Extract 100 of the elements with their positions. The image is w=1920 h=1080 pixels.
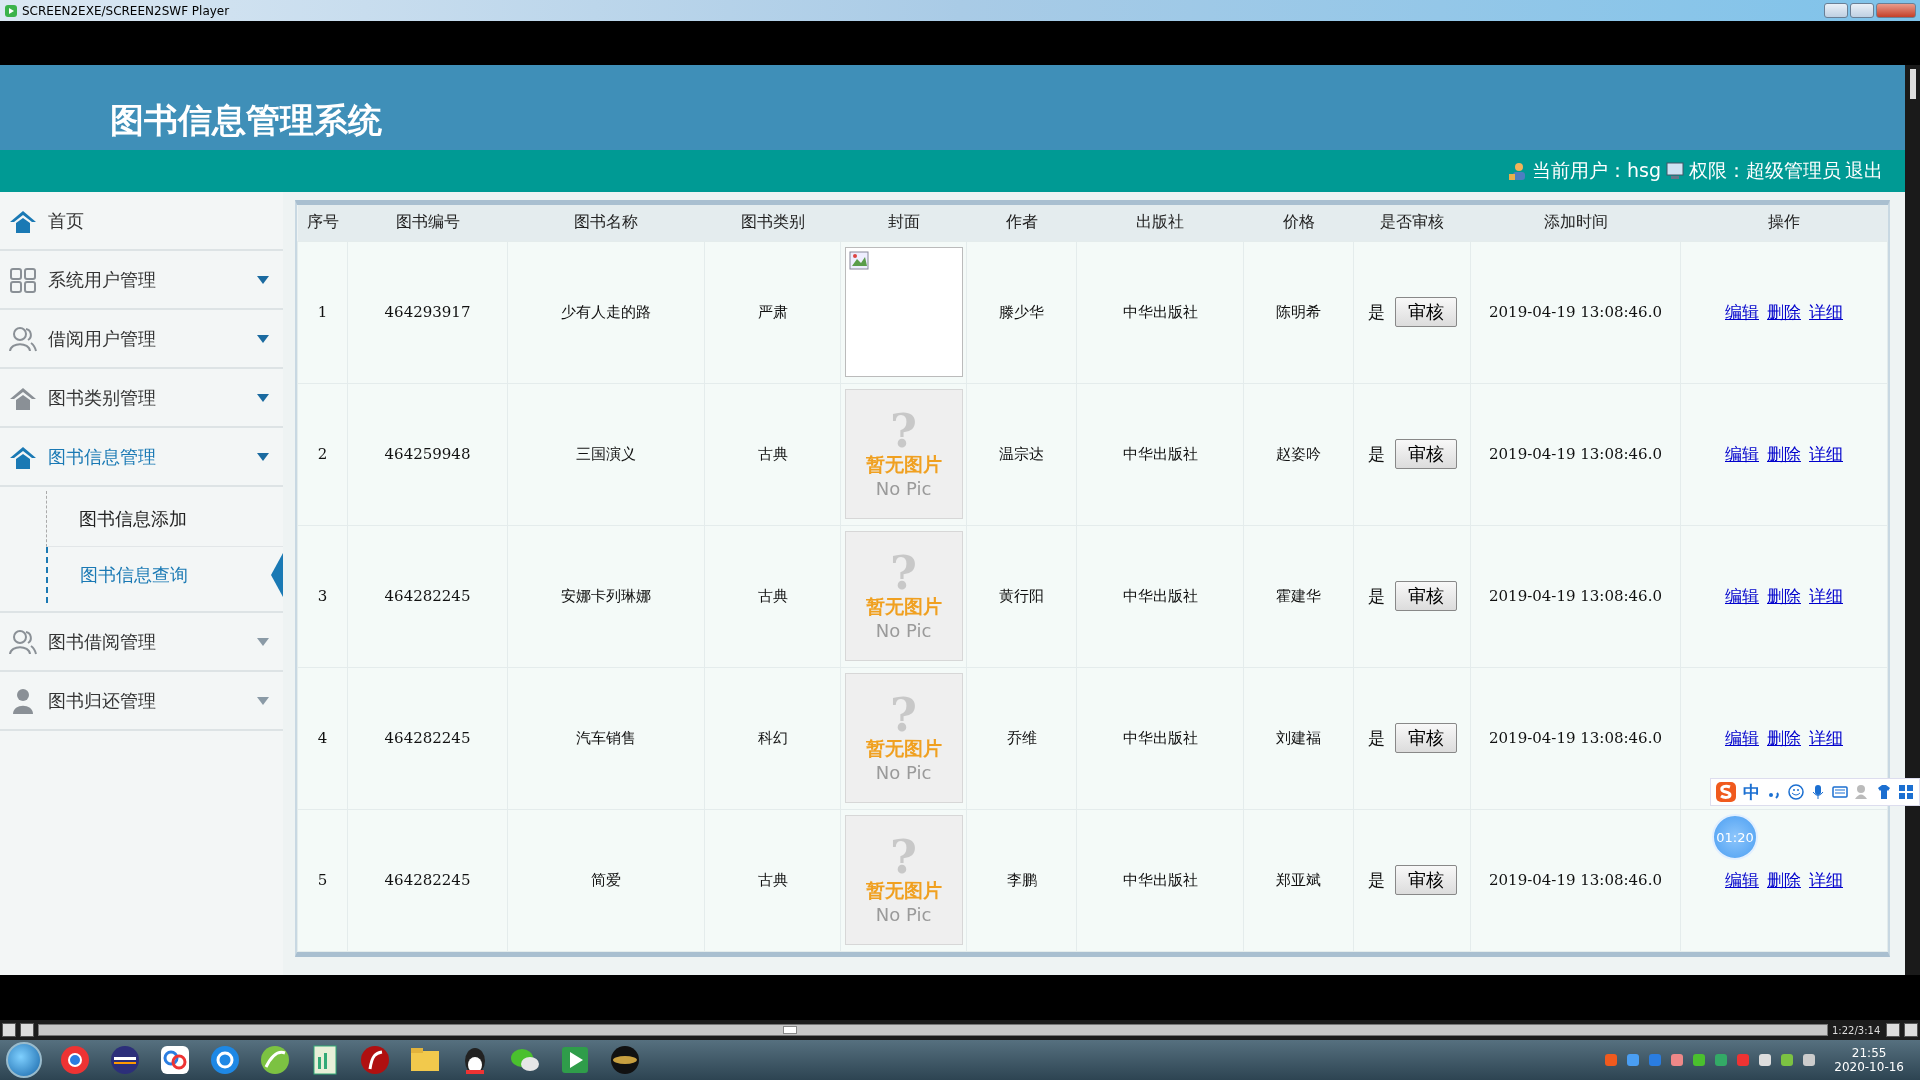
column-header: 封面 bbox=[840, 205, 967, 241]
app-icon[interactable] bbox=[158, 1043, 192, 1077]
clock-date: 2020-10-16 bbox=[1834, 1060, 1904, 1074]
action-link[interactable]: 编辑 bbox=[1725, 585, 1759, 606]
tray-icon[interactable] bbox=[1780, 1053, 1795, 1067]
tray-icon[interactable] bbox=[1692, 1053, 1707, 1067]
sidebar-item[interactable]: 首页 bbox=[0, 192, 283, 251]
table-cell: 4 bbox=[297, 667, 348, 809]
smiley-icon[interactable] bbox=[1788, 784, 1804, 800]
table-cell: 郑亚斌 bbox=[1243, 809, 1354, 951]
shirt-icon[interactable] bbox=[1876, 784, 1892, 800]
user-icon bbox=[1508, 161, 1528, 181]
table-cell: 2019-04-19 13:08:46.0 bbox=[1470, 241, 1681, 383]
table-cell: 3 bbox=[297, 525, 348, 667]
seek-bar[interactable] bbox=[38, 1024, 1828, 1036]
app-icon[interactable] bbox=[58, 1043, 92, 1077]
table-cell: 464259948 bbox=[347, 383, 508, 525]
action-link[interactable]: 编辑 bbox=[1725, 443, 1759, 464]
table-cell: 464282245 bbox=[347, 809, 508, 951]
sidebar-item[interactable]: 借阅用户管理 bbox=[0, 310, 283, 369]
selection-marker-icon bbox=[271, 553, 283, 597]
action-link[interactable]: 编辑 bbox=[1725, 869, 1759, 890]
table-cell: 陈明希 bbox=[1243, 241, 1354, 383]
audit-status: 是 bbox=[1367, 444, 1385, 464]
clock-time: 21:55 bbox=[1851, 1046, 1887, 1060]
action-link[interactable]: 详细 bbox=[1809, 443, 1843, 464]
app-icon[interactable] bbox=[358, 1043, 392, 1077]
table-cell: 中华出版社 bbox=[1076, 383, 1244, 525]
table-cell: 刘建福 bbox=[1243, 667, 1354, 809]
table-cell: 乔维 bbox=[966, 667, 1077, 809]
sidebar-item[interactable]: 系统用户管理 bbox=[0, 251, 283, 310]
caret-icon bbox=[257, 452, 269, 461]
question-mark: ? bbox=[890, 693, 917, 736]
placeholder-caption: No Pic bbox=[875, 477, 932, 499]
table-cell: 严肃 bbox=[704, 241, 841, 383]
start-button[interactable] bbox=[6, 1042, 42, 1078]
ime-logo-icon[interactable] bbox=[1715, 781, 1737, 803]
action-link[interactable]: 删除 bbox=[1767, 443, 1801, 464]
tray-icon[interactable] bbox=[1626, 1053, 1641, 1067]
app-icon[interactable] bbox=[608, 1043, 642, 1077]
app-icon[interactable] bbox=[208, 1043, 242, 1077]
table-cell: 464293917 bbox=[347, 241, 508, 383]
sidebar-item[interactable]: 图书类别管理 bbox=[0, 369, 283, 428]
tray-icon[interactable] bbox=[1714, 1053, 1729, 1067]
window-title: SCREEN2EXE/SCREEN2SWF Player bbox=[22, 3, 230, 18]
seek-thumb[interactable] bbox=[782, 1026, 797, 1034]
keyboard-icon[interactable] bbox=[1832, 784, 1848, 800]
grid-icon bbox=[8, 265, 38, 294]
action-link[interactable]: 删除 bbox=[1767, 727, 1801, 748]
action-link[interactable]: 详细 bbox=[1809, 301, 1843, 322]
table-cell: 中华出版社 bbox=[1076, 525, 1244, 667]
action-link[interactable]: 删除 bbox=[1767, 869, 1801, 890]
tray-icon[interactable] bbox=[1758, 1053, 1773, 1067]
table-cell: 古典 bbox=[704, 383, 841, 525]
audit-status: 是 bbox=[1367, 586, 1385, 606]
submenu-item[interactable]: 图书信息添加 bbox=[46, 491, 283, 547]
action-link[interactable]: 删除 bbox=[1767, 301, 1801, 322]
action-link[interactable]: 详细 bbox=[1809, 585, 1843, 606]
sidebar-item[interactable]: 图书归还管理 bbox=[0, 672, 283, 731]
audit-button[interactable]: 审核 bbox=[1394, 439, 1457, 469]
submenu-item[interactable]: 图书信息查询 bbox=[46, 547, 283, 603]
action-link[interactable]: 删除 bbox=[1767, 585, 1801, 606]
caret-icon bbox=[257, 393, 269, 402]
people-icon bbox=[8, 324, 38, 353]
column-header: 序号 bbox=[297, 205, 348, 241]
audit-button[interactable]: 审核 bbox=[1394, 865, 1457, 895]
table-cell: 霍建华 bbox=[1243, 525, 1354, 667]
table-cell: 2019-04-19 13:08:46.0 bbox=[1470, 809, 1681, 951]
action-link[interactable]: 详细 bbox=[1809, 727, 1843, 748]
microphone-icon[interactable] bbox=[1810, 784, 1826, 800]
audit-button[interactable]: 审核 bbox=[1394, 581, 1457, 611]
table-cell: 温宗达 bbox=[966, 383, 1077, 525]
current-user: 当前用户：hsg bbox=[1532, 158, 1661, 183]
app-icon[interactable] bbox=[258, 1043, 292, 1077]
placeholder-caption: 暂无图片 bbox=[865, 735, 942, 761]
table-cell: 古典 bbox=[704, 525, 841, 667]
audit-button[interactable]: 审核 bbox=[1394, 297, 1457, 327]
input-mode[interactable]: 中 bbox=[1743, 780, 1760, 804]
action-link[interactable]: 详细 bbox=[1809, 869, 1843, 890]
sidebar-item[interactable]: 图书借阅管理 bbox=[0, 613, 283, 672]
sidebar-item[interactable]: 图书信息管理 bbox=[0, 428, 283, 487]
app-title: 图书信息管理系统 bbox=[110, 99, 382, 142]
minimize-button[interactable] bbox=[1824, 3, 1848, 18]
scrollbar-thumb[interactable] bbox=[1909, 69, 1916, 99]
audit-button[interactable]: 审核 bbox=[1394, 723, 1457, 753]
column-header: 出版社 bbox=[1076, 205, 1244, 241]
maximize-button[interactable] bbox=[1850, 3, 1874, 18]
action-link[interactable]: 编辑 bbox=[1725, 301, 1759, 322]
table-cell: 滕少华 bbox=[966, 241, 1077, 383]
playback-time: 1:22/3:14 bbox=[1832, 1024, 1882, 1036]
column-header: 图书编号 bbox=[347, 205, 508, 241]
tray-icon[interactable] bbox=[1670, 1053, 1685, 1067]
tray-icon[interactable] bbox=[1802, 1053, 1817, 1067]
broken-image-icon bbox=[848, 251, 871, 271]
grid-icon[interactable] bbox=[1898, 784, 1914, 800]
people-icon bbox=[8, 627, 38, 656]
app-icon[interactable] bbox=[108, 1043, 142, 1077]
action-link[interactable]: 编辑 bbox=[1725, 727, 1759, 748]
table-cell: 简爱 bbox=[507, 809, 705, 951]
table-cell: 古典 bbox=[704, 809, 841, 951]
